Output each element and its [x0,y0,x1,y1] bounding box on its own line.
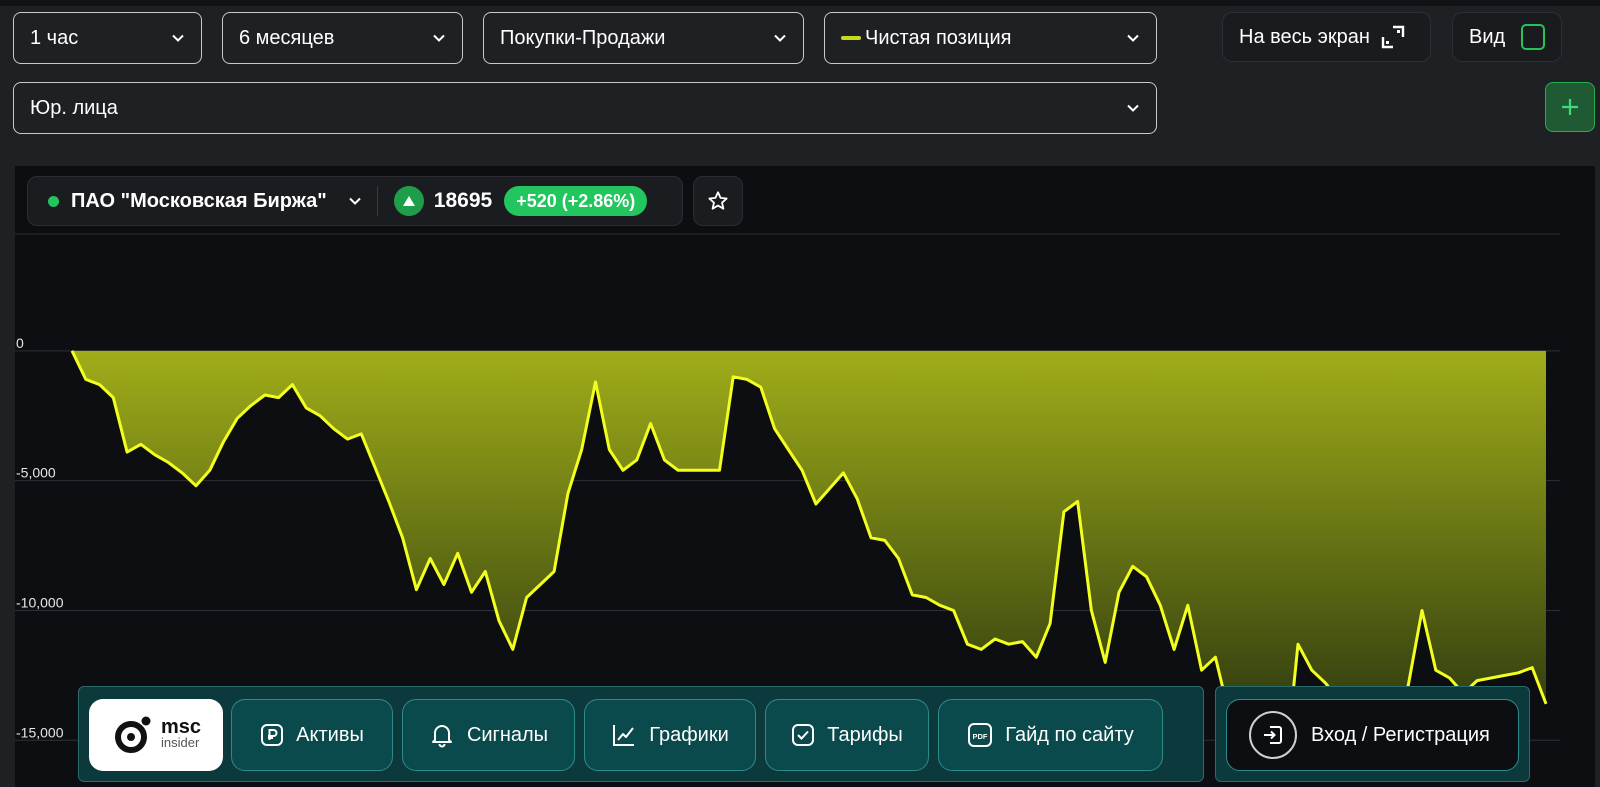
nav-charts-label: Графики [649,723,729,746]
nav-assets-label: Активы [296,723,364,746]
nav-pricing-button[interactable]: Тарифы [765,699,929,771]
login-label: Вход / Регистрация [1311,723,1490,746]
svg-text:PDF: PDF [973,732,988,741]
nav-pricing-label: Тарифы [827,723,903,746]
price-change-badge: +520 (+2.86%) [504,186,648,216]
ticker-selector[interactable]: ПАО "Московская Биржа" 18695 +520 (+2.86… [27,176,683,226]
net-position-chart: 0 -5,000 -10,000 -15,000 [15,233,1560,781]
y-tick-label: 0 [16,335,24,351]
nav-charts-button[interactable]: Графики [584,699,756,771]
favorite-button[interactable] [693,176,743,226]
divider [376,186,378,216]
y-tick-label: -10,000 [16,594,64,610]
logo-line1: msc [160,716,202,738]
nav-guide-button[interactable]: PDF Гайд по сайту [938,699,1163,771]
login-icon [1249,711,1297,759]
line-chart-icon [611,722,637,748]
nav-assets-button[interactable]: Активы [231,699,393,771]
up-arrow-icon [393,186,424,216]
chevron-down-icon [349,197,361,205]
status-dot [48,195,59,207]
login-panel: Вход / Регистрация [1215,686,1530,782]
y-tick-label: -15,000 [16,724,64,740]
nav-signals-button[interactable]: Сигналы [402,699,575,771]
ruble-icon [260,723,284,747]
login-button[interactable]: Вход / Регистрация [1226,699,1519,771]
logo-button[interactable]: msc insider [89,699,223,771]
ticker-name: ПАО "Московская Биржа" [71,189,327,212]
nav-signals-label: Сигналы [466,723,549,746]
logo-mark-icon [111,713,155,757]
star-icon [707,190,729,212]
nav-guide-label: Гайд по сайту [1005,723,1134,746]
y-tick-label: -5,000 [16,465,56,481]
logo-text: msc insider [160,716,202,751]
logo-line2: insider [160,735,200,750]
check-square-icon [791,723,815,747]
bell-icon [429,722,455,748]
ticker-price: 18695 [433,189,493,212]
pdf-icon: PDF [967,722,993,748]
bottom-navigation: msc insider Активы Сигналы Графики Тариф… [78,686,1204,782]
